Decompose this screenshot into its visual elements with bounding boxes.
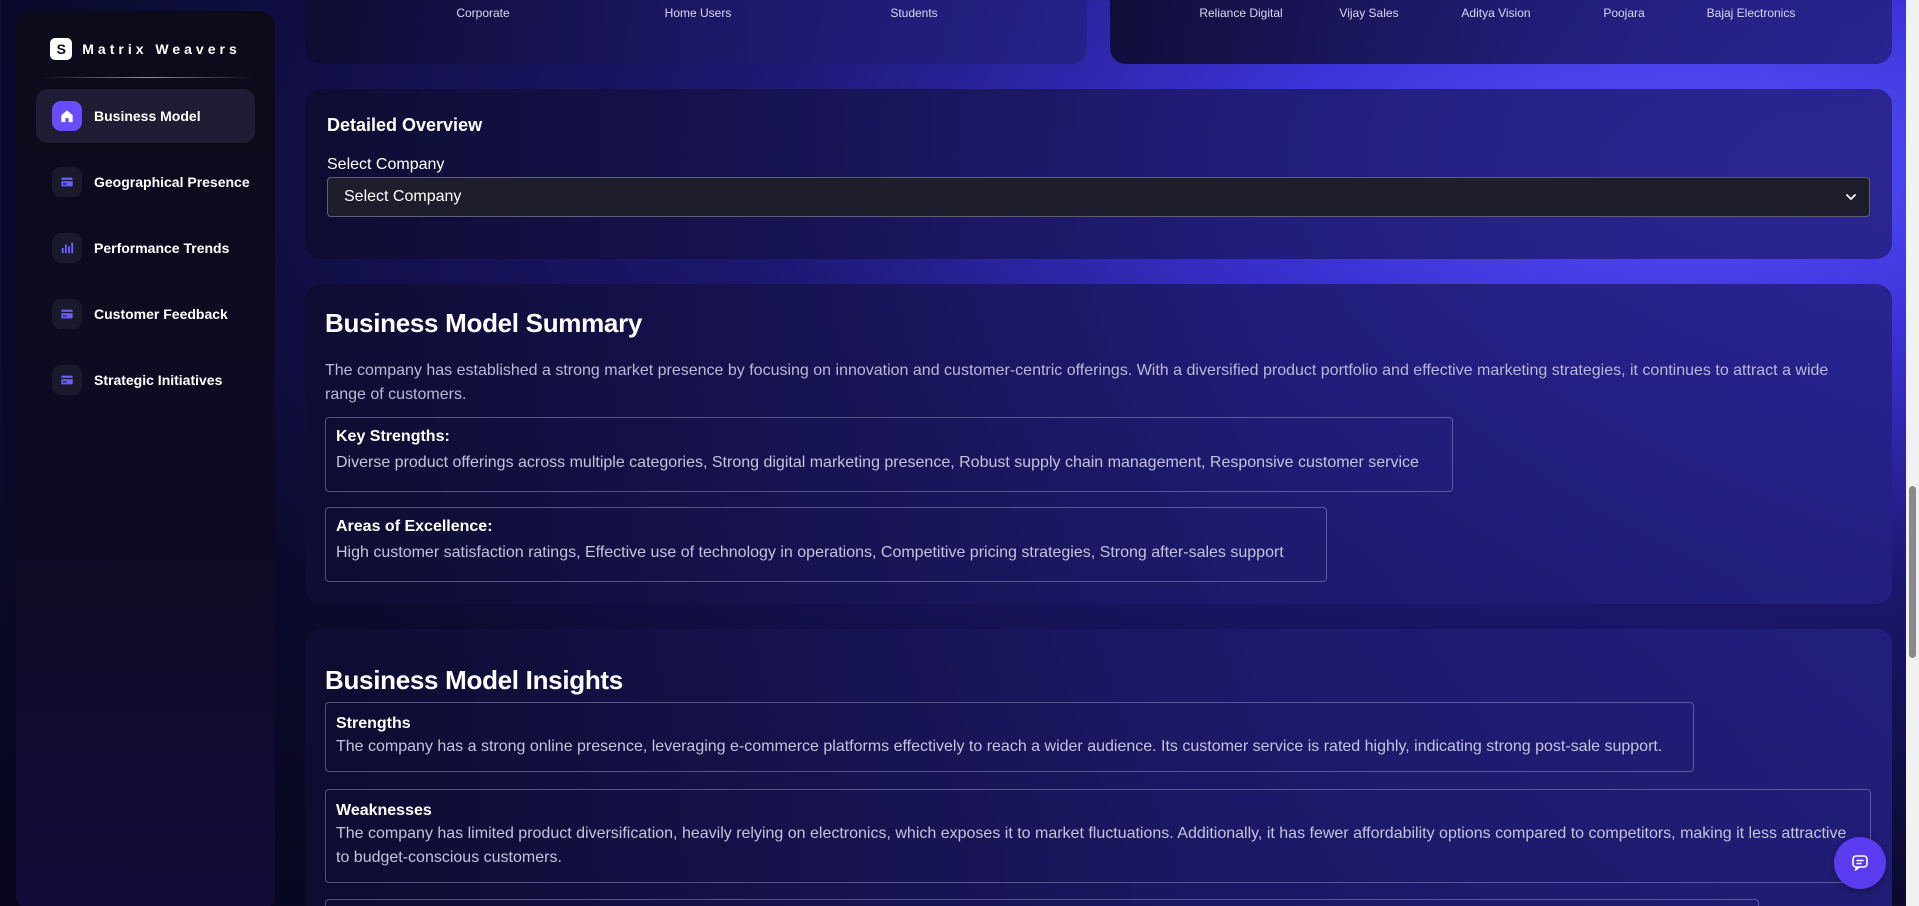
home-icon xyxy=(52,101,82,131)
areas-of-excellence-box: Areas of Excellence: High customer satis… xyxy=(325,507,1327,582)
weaknesses-title: Weaknesses xyxy=(336,802,432,819)
scrollbar-thumb[interactable] xyxy=(1909,486,1916,658)
section-title: Detailed Overview xyxy=(327,115,483,135)
customer-segment-chart-card: Corporate Home Users Students xyxy=(305,0,1087,64)
key-strengths-box: Key Strengths: Diverse product offerings… xyxy=(325,417,1453,492)
strengths-box: Strengths The company has a strong onlin… xyxy=(325,702,1694,772)
areas-of-excellence-title: Areas of Excellence: xyxy=(336,518,493,535)
x-tick-label: Home Users xyxy=(664,6,732,20)
strengths-title: Strengths xyxy=(336,715,411,732)
sidebar-item-performance-trends[interactable]: Performance Trends xyxy=(36,221,255,275)
sidebar-item-strategic-initiatives[interactable]: Strategic Initiatives xyxy=(36,353,255,407)
detailed-overview-card: Detailed Overview Select Company Select … xyxy=(305,89,1892,259)
x-tick-label: Aditya Vision xyxy=(1461,6,1531,20)
select-company-label: Select Company xyxy=(327,156,445,173)
chat-button[interactable] xyxy=(1834,837,1886,889)
brand[interactable]: S Matrix Weavers xyxy=(16,37,275,61)
section-title: Business Model Insights xyxy=(325,665,623,695)
x-tick-label: Reliance Digital xyxy=(1199,6,1283,20)
page-scrollbar[interactable] xyxy=(1906,0,1919,906)
x-tick-label: Vijay Sales xyxy=(1339,6,1399,20)
sidebar-item-label: Business Model xyxy=(94,108,201,124)
key-strengths-title: Key Strengths: xyxy=(336,428,450,445)
card-icon xyxy=(52,365,82,395)
summary-description: The company has established a strong mar… xyxy=(325,362,1829,403)
sidebar-nav: Business Model Geographical Presence Per… xyxy=(16,89,275,407)
business-model-summary-card: Business Model Summary The company has e… xyxy=(305,284,1892,604)
strengths-text: The company has a strong online presence… xyxy=(336,738,1663,755)
sidebar: S Matrix Weavers Business Model Geograph… xyxy=(16,11,275,906)
key-strengths-text: Diverse product offerings across multipl… xyxy=(336,454,1419,471)
section-title: Business Model Summary xyxy=(325,308,643,338)
sidebar-item-geographical-presence[interactable]: Geographical Presence xyxy=(36,155,255,209)
x-tick-label: Poojara xyxy=(1603,6,1645,20)
sidebar-item-label: Performance Trends xyxy=(94,240,230,256)
business-model-insights-card: Business Model Insights Strengths The co… xyxy=(305,629,1892,906)
brand-logo-icon: S xyxy=(50,38,73,60)
brand-name: Matrix Weavers xyxy=(82,41,241,57)
weaknesses-text: The company has limited product diversif… xyxy=(336,825,1847,866)
weaknesses-box: Weaknesses The company has limited produ… xyxy=(325,789,1871,883)
company-select[interactable]: Select Company xyxy=(327,177,1870,217)
sidebar-item-label: Strategic Initiatives xyxy=(94,372,223,388)
card-icon xyxy=(52,167,82,197)
sidebar-item-business-model[interactable]: Business Model xyxy=(36,89,255,143)
sidebar-item-customer-feedback[interactable]: Customer Feedback xyxy=(36,287,255,341)
x-tick-label: Bajaj Electronics xyxy=(1706,6,1796,20)
chat-icon xyxy=(1852,855,1868,871)
competitor-chart-card: Reliance Digital Vijay Sales Aditya Visi… xyxy=(1110,0,1892,64)
sidebar-item-label: Customer Feedback xyxy=(94,306,228,322)
x-tick-label: Students xyxy=(890,6,938,20)
sidebar-item-label: Geographical Presence xyxy=(94,174,250,190)
card-icon xyxy=(52,299,82,329)
bar-chart-icon xyxy=(52,233,82,263)
brand-divider xyxy=(40,77,255,78)
areas-of-excellence-text: High customer satisfaction ratings, Effe… xyxy=(336,544,1284,561)
next-insight-box xyxy=(325,899,1759,906)
x-tick-label: Corporate xyxy=(456,6,510,20)
company-select-value: Select Company xyxy=(344,188,462,205)
chevron-down-icon xyxy=(1846,194,1856,200)
